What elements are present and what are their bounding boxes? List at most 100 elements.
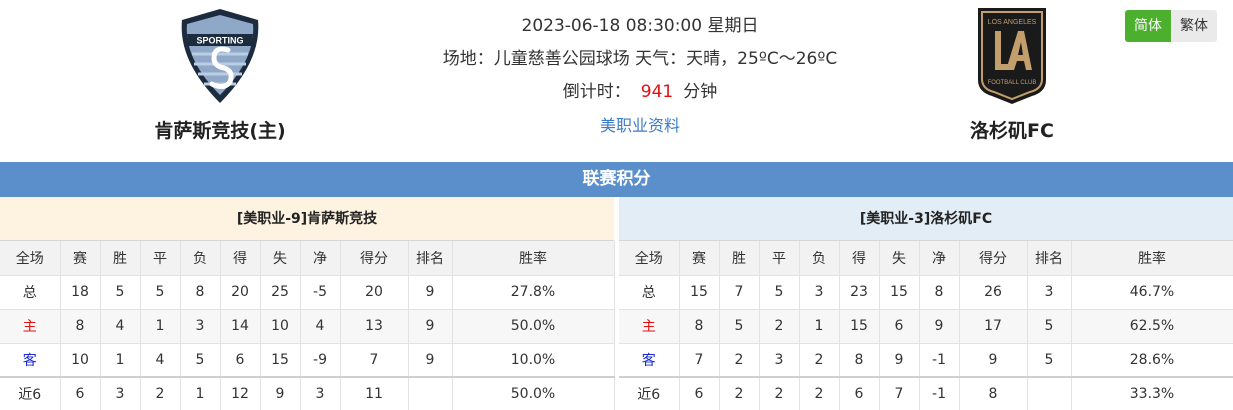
countdown: 倒计时： 941 分钟: [360, 76, 920, 109]
table-row: 总 15 7 5 3 23 15 8 26 3 46.7%: [619, 275, 1233, 310]
table-row: 主 8 4 1 3 14 10 4 13 9 50.0%: [0, 309, 615, 344]
away-standings-table: 全场赛胜平负得失净得分 排名 胜率总 15 7 5 3 23 15 8 26 3 46.7% 主 8 5 2 1 1…: [619, 241, 1233, 410]
table-cell: 6: [839, 376, 880, 410]
table-cell: 3: [300, 376, 341, 410]
table-cell: 3: [759, 343, 800, 378]
table-cell: -1: [919, 343, 960, 378]
table-cell: 15: [679, 275, 720, 310]
match-info: 2023-06-18 08:30:00 星期日 场地：儿童慈善公园球场 天气：天…: [360, 10, 920, 143]
table-cell: 2: [759, 376, 800, 410]
table-cell: 2: [759, 309, 800, 344]
column-header: 胜: [100, 241, 141, 276]
column-header: 全场: [0, 241, 61, 276]
home-team[interactable]: SPORTING 肯萨斯竞技(主): [120, 6, 320, 143]
row-label: 近6: [619, 376, 680, 410]
table-cell: 8: [679, 309, 720, 344]
column-header: 全场: [619, 241, 680, 276]
table-cell: 50.0%: [452, 376, 615, 410]
table-cell: 13: [340, 309, 409, 344]
table-cell: -5: [300, 275, 341, 310]
column-header: 得: [839, 241, 880, 276]
table-cell: 15: [260, 343, 301, 378]
countdown-value: 941: [640, 82, 674, 102]
logo-text-bottom: FOOTBALL CLUB: [988, 80, 1037, 86]
table-cell: 33.3%: [1071, 376, 1233, 410]
language-toggle: 简体 繁体: [1125, 10, 1217, 42]
table-cell: 26: [959, 275, 1028, 310]
home-standings-panel: [美职业-9]肯萨斯竞技 全场赛胜平负得失净得分 排名 胜率总 18 5 5 8 20 25 -5…: [0, 197, 615, 410]
table-cell: 1: [799, 309, 840, 344]
away-standings-title: [美职业-3]洛杉矶FC: [619, 197, 1233, 241]
table-cell: 46.7%: [1071, 275, 1233, 310]
sporting-kc-crest-icon: SPORTING: [181, 9, 259, 103]
table-cell: 10: [60, 343, 101, 378]
table-cell: 3: [100, 376, 141, 410]
table-cell: 17: [959, 309, 1028, 344]
table-row: 总 18 5 5 8 20 25 -5 20 9 27.8%: [0, 275, 615, 310]
table-cell: 7: [340, 343, 409, 378]
table-cell: 8: [959, 376, 1028, 410]
table-cell: 2: [719, 343, 760, 378]
column-header: 胜: [719, 241, 760, 276]
home-standings-table: 全场赛胜平负得失净得分 排名 胜率总 18 5 5 8 20 25 -5 20 9 27.8% 主 8 4 1 3…: [0, 241, 615, 410]
table-cell: 7: [719, 275, 760, 310]
row-label: 客: [619, 343, 680, 378]
away-team-name: 洛杉矶FC: [970, 120, 1054, 142]
lafc-crest-icon: LOS ANGELES FOOTBALL CLUB: [978, 8, 1046, 104]
table-cell: 1: [140, 309, 181, 344]
table-cell: 18: [60, 275, 101, 310]
table-row: 近6 6 3 2 1 12 9 3 11 50.0%: [0, 376, 615, 410]
table-cell: 27.8%: [452, 275, 615, 310]
table-cell: 62.5%: [1071, 309, 1233, 344]
table-cell: 23: [839, 275, 880, 310]
table-cell: 9: [879, 343, 920, 378]
row-label: 主: [0, 309, 61, 344]
table-cell: 6: [679, 376, 720, 410]
table-cell: 6: [60, 376, 101, 410]
column-header: 排名: [1027, 241, 1072, 276]
league-info-link[interactable]: 美职业资料: [600, 116, 680, 135]
table-cell: 7: [879, 376, 920, 410]
column-header: 胜率: [452, 241, 615, 276]
table-cell: 8: [60, 309, 101, 344]
table-cell: 4: [300, 309, 341, 344]
row-label: 总: [619, 275, 680, 310]
table-cell: 4: [100, 309, 141, 344]
row-label: 主: [619, 309, 680, 344]
traditional-chinese-button[interactable]: 繁体: [1171, 10, 1217, 42]
venue-weather: 场地：儿童慈善公园球场 天气：天晴，25ºC～26ºC: [442, 49, 838, 69]
simplified-chinese-button[interactable]: 简体: [1125, 10, 1171, 42]
countdown-unit: 分钟: [683, 82, 718, 102]
column-header: 得: [220, 241, 261, 276]
table-cell: 50.0%: [452, 309, 615, 344]
table-cell: 9: [260, 376, 301, 410]
column-header: 平: [759, 241, 800, 276]
table-cell: -9: [300, 343, 341, 378]
table-cell: 5: [1027, 343, 1072, 378]
table-cell: 1: [180, 376, 221, 410]
away-standings-panel: [美职业-3]洛杉矶FC 全场赛胜平负得失净得分 排名 胜率总 15 7 5 3 23 15 8 2…: [619, 197, 1233, 410]
column-header: 净: [919, 241, 960, 276]
column-header: 赛: [679, 241, 720, 276]
table-cell: 5: [719, 309, 760, 344]
away-team[interactable]: LOS ANGELES FOOTBALL CLUB 洛杉矶FC: [912, 6, 1112, 143]
table-cell: 2: [140, 376, 181, 410]
table-cell: 3: [799, 275, 840, 310]
table-cell: 5: [100, 275, 141, 310]
table-cell: 11: [340, 376, 409, 410]
table-header-row: 全场赛胜平负得失净得分 排名 胜率: [619, 241, 1233, 276]
table-cell: 8: [180, 275, 221, 310]
column-header: 负: [799, 241, 840, 276]
logo-text: SPORTING: [196, 36, 243, 46]
table-cell: 15: [879, 275, 920, 310]
table-cell: 5: [140, 275, 181, 310]
table-cell: 2: [799, 376, 840, 410]
table-cell: 10: [260, 309, 301, 344]
table-cell: 9: [408, 309, 453, 344]
table-cell: -1: [919, 376, 960, 410]
table-cell: 28.6%: [1071, 343, 1233, 378]
table-cell: 3: [1027, 275, 1072, 310]
home-standings-title: [美职业-9]肯萨斯竞技: [0, 197, 614, 241]
table-cell: 25: [260, 275, 301, 310]
table-cell: 6: [879, 309, 920, 344]
